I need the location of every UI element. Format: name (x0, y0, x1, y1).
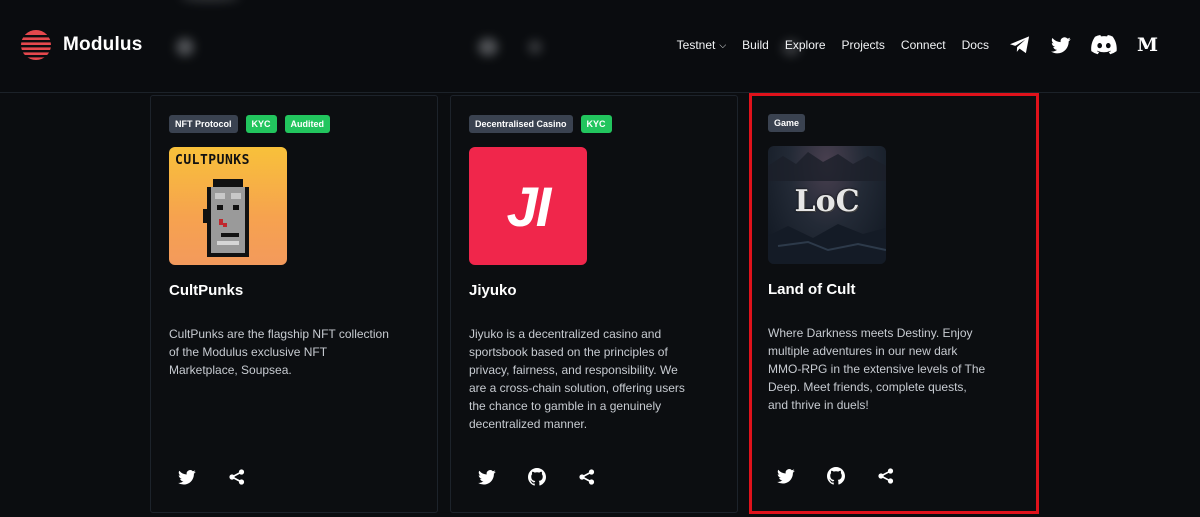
project-logo-jiyuko: JI (469, 147, 587, 265)
nav-build[interactable]: Build (742, 38, 769, 52)
project-description: Where Darkness meets Destiny. Enjoy mult… (768, 326, 986, 412)
tag-list: Game (768, 114, 813, 132)
share-icon[interactable] (577, 467, 597, 487)
blurred-decoration (478, 38, 498, 56)
card-actions (477, 467, 627, 487)
project-description: Jiyuko is a decentralized casino and spo… (469, 327, 685, 431)
brand-name: Modulus (63, 34, 143, 55)
tag-nft-protocol: NFT Protocol (169, 115, 238, 133)
project-title: Land of Cult (768, 281, 856, 298)
chevron-down-icon: ⌵ (719, 39, 727, 50)
nav-projects[interactable]: Projects (842, 38, 885, 52)
card-actions (776, 466, 926, 486)
project-title: Jiyuko (469, 282, 517, 299)
nav-docs[interactable]: Docs (962, 38, 989, 52)
land-of-cult-logo-text: LoC (794, 184, 860, 219)
share-icon[interactable] (227, 467, 247, 487)
project-card-cultpunks[interactable]: NFT Protocol KYC Audited CULTPUNKS CultP… (150, 95, 438, 513)
twitter-icon[interactable] (1050, 36, 1071, 54)
brand-logo[interactable]: Modulus (20, 29, 143, 61)
tag-kyc: KYC (580, 115, 612, 133)
telegram-icon[interactable] (1009, 35, 1031, 55)
github-icon[interactable] (826, 466, 846, 486)
nav-testnet[interactable]: Testnet ⌵ (677, 38, 727, 52)
project-card-land-of-cult[interactable]: Game LoC Land of Cult Where Darkness mee… (750, 95, 1038, 513)
twitter-icon[interactable] (477, 467, 497, 487)
blurred-decoration (528, 40, 542, 54)
github-icon[interactable] (527, 467, 547, 487)
medium-icon[interactable]: M (1137, 34, 1158, 56)
jiyuko-logo-text: JI (506, 174, 552, 238)
nav-testnet-label: Testnet (676, 38, 716, 52)
top-header: Modulus Testnet ⌵ Build Explore Projects… (0, 0, 1200, 93)
twitter-icon[interactable] (776, 466, 796, 486)
tag-list: NFT Protocol KYC Audited (169, 115, 338, 133)
project-card-jiyuko[interactable]: Decentralised Casino KYC JI Jiyuko Jiyuk… (450, 95, 738, 513)
blurred-decoration (176, 38, 194, 56)
share-icon[interactable] (876, 466, 896, 486)
tag-list: Decentralised Casino KYC (469, 115, 620, 133)
twitter-icon[interactable] (177, 467, 197, 487)
project-title: CultPunks (169, 282, 244, 299)
tag-audited: Audited (284, 115, 331, 133)
blurred-decoration (180, 0, 240, 2)
project-logo-cultpunks: CULTPUNKS (169, 147, 287, 265)
project-logo-land-of-cult: LoC (768, 146, 886, 264)
medium-glyph: M (1136, 34, 1158, 56)
tag-game: Game (768, 114, 806, 132)
project-description: CultPunks are the flagship NFT collectio… (169, 327, 389, 377)
tag-decentralised-casino: Decentralised Casino (469, 115, 573, 133)
tag-kyc: KYC (245, 115, 277, 133)
main-nav: Testnet ⌵ Build Explore Projects Connect… (661, 30, 1158, 60)
card-actions (177, 467, 277, 487)
discord-icon[interactable] (1091, 35, 1117, 55)
nav-explore[interactable]: Explore (785, 38, 826, 52)
nav-connect[interactable]: Connect (901, 38, 946, 52)
modulus-logo-icon (20, 30, 52, 60)
